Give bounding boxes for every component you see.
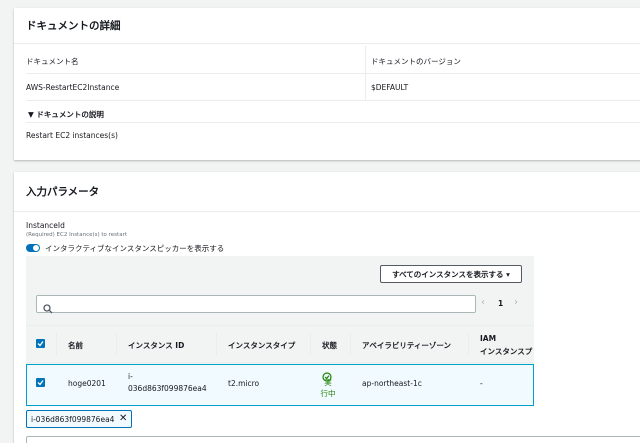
column-header-iam-line1[interactable]: IAM <box>480 334 496 343</box>
document-name-label: ドキュメント名 <box>26 57 79 66</box>
document-details-title: ドキュメントの詳細 <box>14 8 640 44</box>
row-name: hoge0201 <box>68 379 106 388</box>
document-version-value: $DEFAULT <box>371 83 409 92</box>
row-instance-id-line2: 036d863f099876ea4 <box>128 384 207 393</box>
column-header-state[interactable]: 状態 <box>322 340 337 351</box>
document-description-toggle[interactable]: ▼ ドキュメントの説明 <box>28 109 104 120</box>
row-availability-zone: ap-northeast-1c <box>362 379 422 388</box>
pager-next-button[interactable]: › <box>514 297 518 308</box>
pager-page-number[interactable]: 1 <box>498 299 503 308</box>
document-name-value: AWS-RestartEC2Instance <box>26 83 120 92</box>
instance-picker-toggle-label: インタラクティブなインスタンスピッカーを表示する <box>45 244 225 253</box>
remove-token-icon[interactable]: ✕ <box>119 413 127 424</box>
row-iam: - <box>480 379 483 388</box>
selected-instance-id: i-036d863f099876ea4 <box>31 415 115 424</box>
document-version-label: ドキュメントのバージョン <box>371 57 461 66</box>
instanceid-label: InstanceId <box>26 221 65 230</box>
column-header-instance-type[interactable]: インスタンスタイプ <box>228 340 295 351</box>
show-all-instances-button[interactable]: すべてのインスタンスを表示する ▾ <box>380 265 522 283</box>
selected-instance-token: i-036d863f099876ea4 ✕ <box>26 410 132 428</box>
document-description-value: Restart EC2 instances(s) <box>26 131 118 140</box>
input-parameters-title: 入力パラメータ <box>14 172 640 212</box>
pager-prev-button[interactable]: ‹ <box>481 297 485 308</box>
row-checkbox[interactable] <box>36 378 45 387</box>
row-instance-id-line1: i- <box>128 372 133 381</box>
instanceid-hint: (Required) EC2 Instance(s) to restart <box>26 232 127 238</box>
select-all-checkbox[interactable] <box>36 339 45 348</box>
column-header-availability-zone[interactable]: アベイラビリティーゾーン <box>362 340 451 351</box>
column-header-instance-id[interactable]: インスタンス ID <box>128 340 184 351</box>
row-state-line1: 実 <box>324 378 332 387</box>
row-state-line2: 行中 <box>320 389 336 398</box>
column-header-iam-line2[interactable]: インスタンスプ <box>480 346 534 357</box>
search-icon <box>43 299 53 318</box>
instance-search-input[interactable] <box>36 295 476 314</box>
instance-picker-toggle[interactable] <box>26 244 40 252</box>
row-instance-type: t2.micro <box>228 379 260 388</box>
column-header-name[interactable]: 名前 <box>68 340 83 351</box>
instance-id-text-field[interactable] <box>26 436 640 443</box>
